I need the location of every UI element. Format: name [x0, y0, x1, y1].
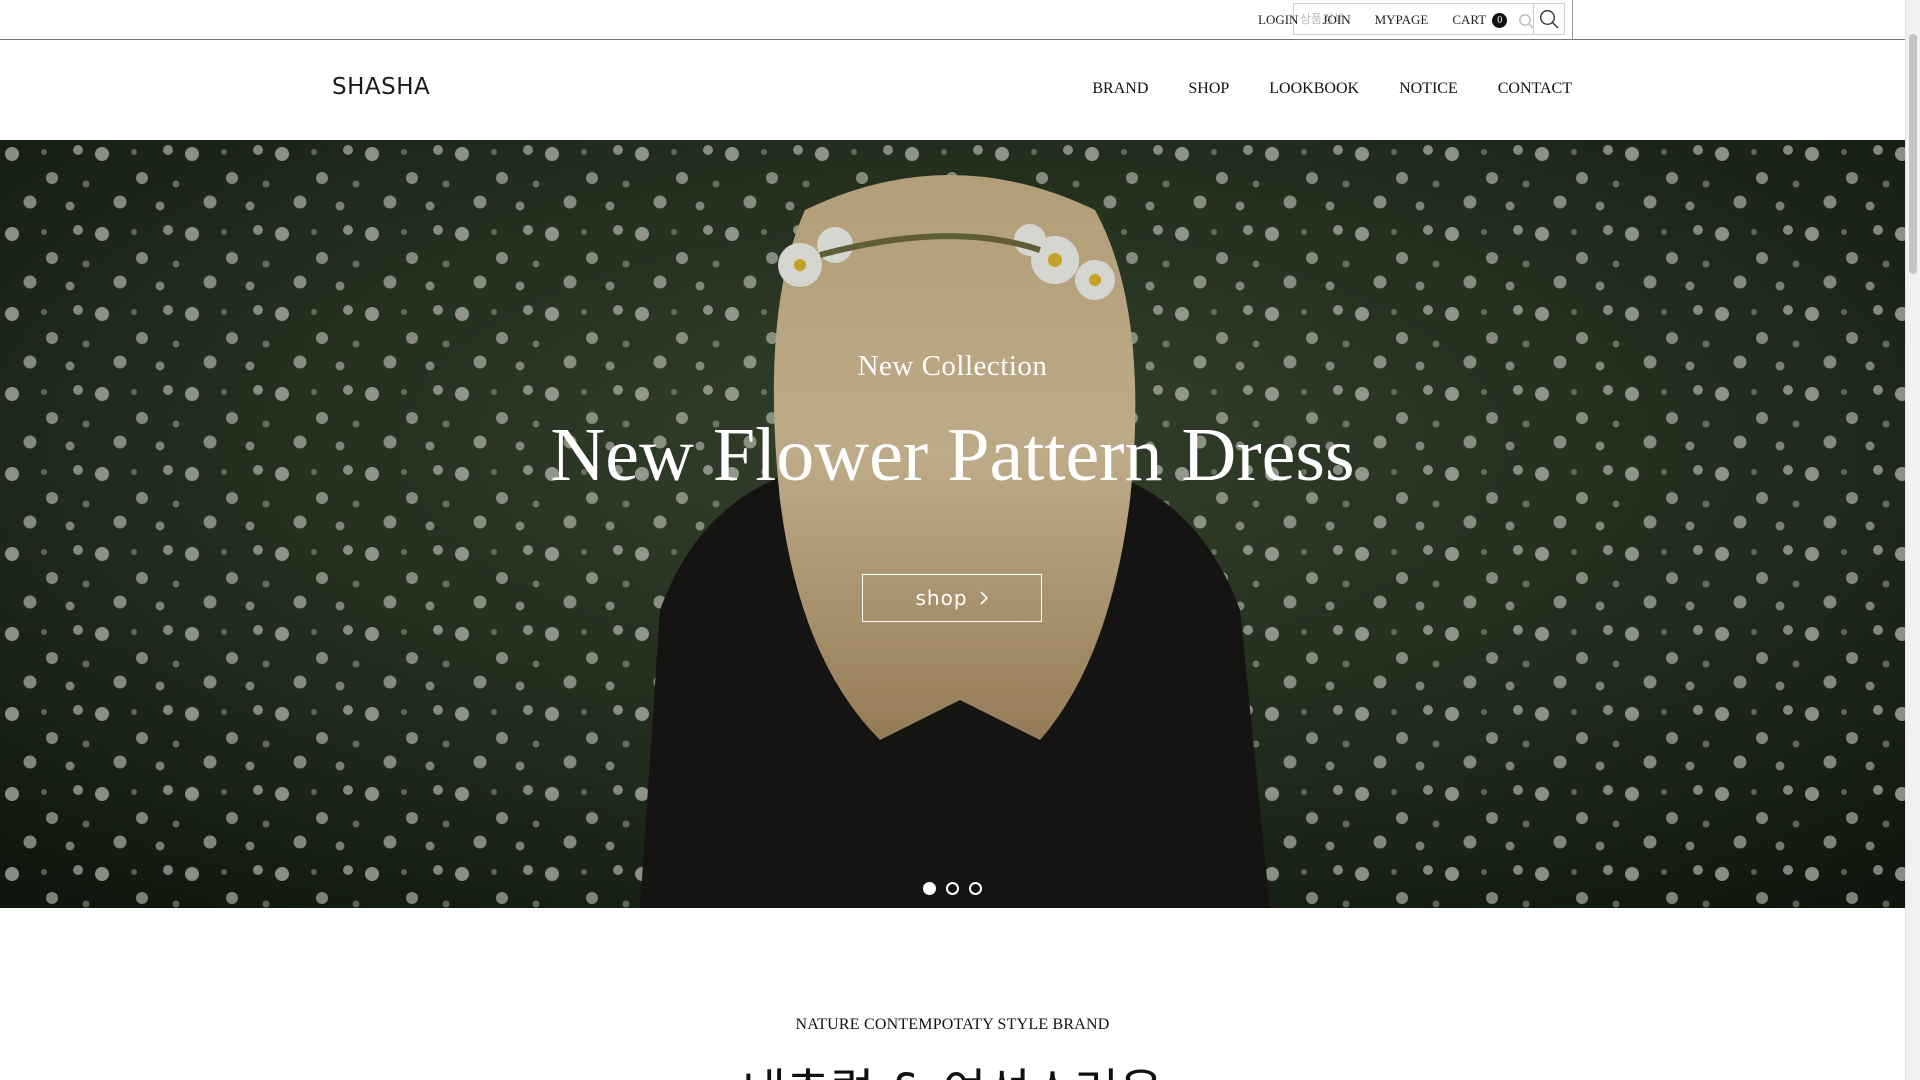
top-utility-bar: LOGIN JOIN MYPAGE CART 0 [0, 0, 1905, 40]
site-logo[interactable]: SHASHA [332, 74, 430, 100]
hero-background-image [0, 140, 1905, 908]
search-button[interactable] [1533, 3, 1565, 35]
join-link[interactable]: JOIN [1322, 12, 1350, 28]
section-heading: 내추럴 & 여성스러운 [0, 1062, 1905, 1080]
nav-item-shop[interactable]: SHOP [1188, 80, 1229, 98]
nav-item-notice[interactable]: NOTICE [1399, 80, 1458, 98]
shop-button-label: shop [915, 586, 968, 610]
utility-links: LOGIN JOIN MYPAGE CART 0 [1258, 0, 1531, 40]
cart-label: CART [1452, 12, 1487, 27]
slide-dot-2[interactable] [946, 882, 959, 895]
nav-item-contact[interactable]: CONTACT [1498, 80, 1572, 98]
login-link[interactable]: LOGIN [1258, 12, 1298, 28]
cart-count-badge: 0 [1492, 12, 1508, 28]
slide-dot-3[interactable] [969, 882, 982, 895]
chevron-right-icon [979, 591, 988, 605]
hero-title: New Flower Pattern Dress [550, 413, 1355, 497]
nav-item-lookbook[interactable]: LOOKBOOK [1269, 80, 1359, 98]
nav-item-brand[interactable]: BRAND [1092, 80, 1148, 98]
mypage-link[interactable]: MYPAGE [1375, 12, 1429, 28]
slide-dot-1[interactable] [923, 882, 936, 895]
shop-button[interactable]: shop [862, 574, 1042, 622]
search-icon[interactable] [1518, 13, 1534, 29]
divider [1572, 0, 1573, 40]
site-header: SHASHA BRAND SHOP LOOKBOOK NOTICE CONTAC… [0, 40, 1905, 140]
brand-tagline: NATURE CONTEMPOTATY STYLE BRAND [795, 1016, 1110, 1033]
slider-pagination [0, 882, 1905, 895]
scrollbar-thumb[interactable] [1909, 34, 1917, 274]
hero-slider: New Collection New Flower Pattern Dress … [0, 140, 1905, 908]
hero-subtitle: New Collection [857, 350, 1048, 382]
main-nav: BRAND SHOP LOOKBOOK NOTICE CONTACT [1052, 80, 1572, 98]
magnifier-icon [1539, 9, 1559, 29]
